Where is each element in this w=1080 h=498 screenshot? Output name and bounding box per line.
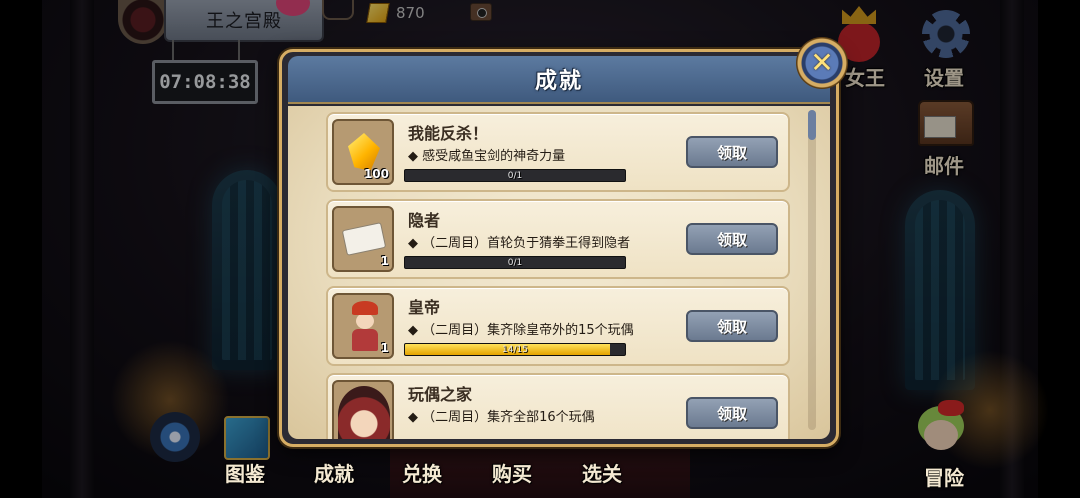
progress-text: 14/15 bbox=[502, 345, 528, 355]
reward-slot: 100 bbox=[332, 119, 394, 185]
achievement-row: 100 我能反杀！ ◆ 感受咸鱼宝剑的神奇力量 0/1 领取 bbox=[326, 112, 790, 192]
achievement-button[interactable]: 成就 bbox=[314, 458, 354, 487]
achievement-desc: ◆ （二周目）集齐除皇帝外的15个玩偶 bbox=[408, 323, 634, 338]
reward-slot bbox=[332, 380, 394, 439]
achievement-desc: ◆ 感受咸鱼宝剑的神奇力量 bbox=[408, 149, 566, 164]
reward-count: 1 bbox=[380, 254, 389, 268]
achievement-list[interactable]: 100 我能反杀！ ◆ 感受咸鱼宝剑的神奇力量 0/1 领取 1 隐者 ◆ （二… bbox=[288, 106, 830, 439]
scrollbar-thumb[interactable] bbox=[808, 110, 816, 140]
shop-button[interactable]: 购买 bbox=[492, 458, 532, 487]
gold-gem-icon bbox=[348, 133, 380, 171]
progress-bar: 14/15 bbox=[404, 343, 626, 356]
doll-portrait-icon bbox=[338, 386, 390, 439]
achievement-title: 隐者 bbox=[408, 211, 441, 230]
progress-text: 0/1 bbox=[507, 258, 523, 268]
exchange-button[interactable]: 兑换 bbox=[402, 458, 442, 487]
dialog-title: 成就 bbox=[534, 69, 583, 94]
achievement-desc: ◆ （二周目）首轮负于猜拳王得到隐者 bbox=[408, 236, 631, 251]
achievement-row: 1 皇帝 ◆ （二周目）集齐除皇帝外的15个玩偶 14/15 领取 bbox=[326, 286, 790, 366]
progress-bar: 0/1 bbox=[404, 256, 626, 269]
achievement-title: 玩偶之家 bbox=[408, 385, 473, 404]
adventure-button[interactable]: 冒险 bbox=[924, 462, 964, 491]
dialog-header: 成就 bbox=[288, 56, 830, 104]
encyclopedia-button[interactable]: 图鉴 bbox=[225, 458, 265, 487]
achievement-row: 玩偶之家 ◆ （二周目）集齐全部16个玩偶 领取 bbox=[326, 373, 790, 439]
reward-slot: 1 bbox=[332, 206, 394, 272]
scrollbar-track[interactable] bbox=[808, 110, 816, 430]
close-button[interactable]: ✕ bbox=[796, 37, 848, 89]
achievement-row: 1 隐者 ◆ （二周目）首轮负于猜拳王得到隐者 0/1 领取 bbox=[326, 199, 790, 279]
achievement-desc: ◆ （二周目）集齐全部16个玩偶 bbox=[408, 410, 595, 425]
progress-bar: 0/1 bbox=[404, 169, 626, 182]
claim-button[interactable]: 领取 bbox=[686, 310, 778, 342]
ticket-icon bbox=[341, 222, 387, 256]
achievement-title: 我能反杀！ bbox=[408, 124, 489, 143]
reward-count: 1 bbox=[380, 341, 389, 355]
emperor-doll-icon bbox=[348, 301, 382, 353]
claim-button[interactable]: 领取 bbox=[686, 223, 778, 255]
claim-button[interactable]: 领取 bbox=[686, 136, 778, 168]
reward-slot: 1 bbox=[332, 293, 394, 359]
close-icon: ✕ bbox=[810, 46, 834, 79]
claim-button[interactable]: 领取 bbox=[686, 397, 778, 429]
progress-text: 0/1 bbox=[507, 171, 523, 181]
achievement-title: 皇帝 bbox=[408, 298, 441, 317]
reward-count: 100 bbox=[363, 167, 389, 181]
stage-select-button[interactable]: 选关 bbox=[582, 458, 622, 487]
achievement-dialog: 成就 100 我能反杀！ ◆ 感受咸鱼宝剑的神奇力量 0/1 领取 1 隐者 ◆… bbox=[279, 49, 839, 447]
